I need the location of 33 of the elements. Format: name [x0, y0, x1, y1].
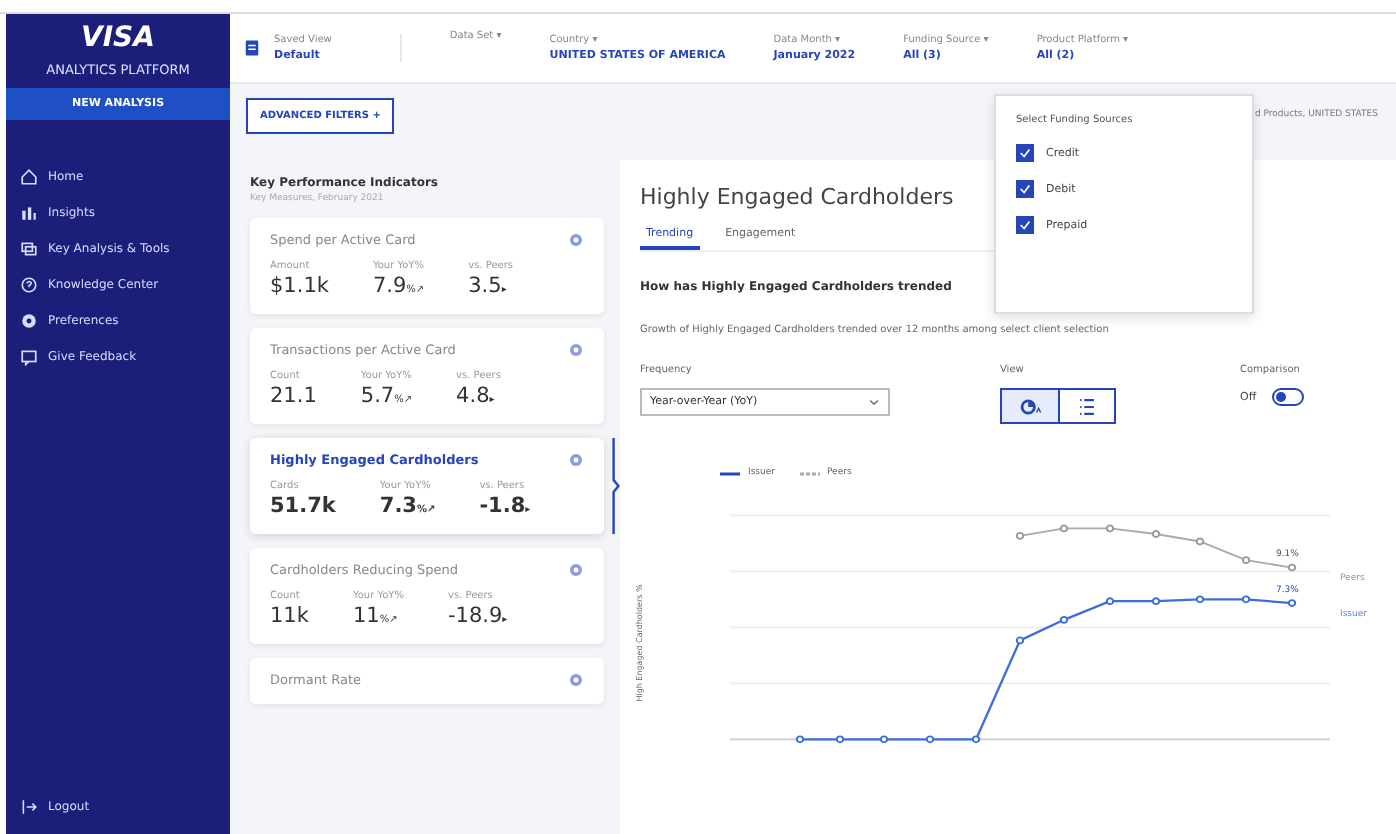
pie-chart-icon: [1019, 395, 1041, 417]
legend-line-icon: [720, 469, 740, 477]
checkbox[interactable]: [1016, 144, 1034, 162]
settings-icon: [20, 312, 38, 330]
info-icon: [568, 672, 584, 688]
info-icon: [568, 562, 584, 578]
info-icon: [568, 232, 584, 248]
view-toggle-option[interactable]: [1002, 390, 1058, 422]
chevron-down-icon: [868, 396, 880, 408]
legend-line-icon: [799, 469, 819, 477]
saved-view-icon: [242, 38, 262, 58]
metric-value: $1.1k: [270, 274, 329, 298]
logout-icon: [20, 798, 38, 816]
checkmark-icon: [1018, 146, 1032, 160]
metric-value: 11k: [270, 604, 309, 628]
info-icon: [568, 452, 584, 468]
bar-chart-icon: [20, 204, 38, 222]
info-icon: [568, 342, 584, 358]
metric-value: 21.1: [270, 384, 317, 408]
brand-logo: VISA: [81, 22, 155, 54]
checkbox[interactable]: [1016, 180, 1034, 198]
comparison-switch[interactable]: [1272, 388, 1305, 406]
list-icon: [1076, 395, 1098, 417]
home-icon: [20, 168, 38, 186]
checkmark-icon: [1018, 218, 1032, 232]
selection-bracket-icon: [612, 438, 620, 534]
checkmark-icon: [1018, 182, 1032, 196]
detail-title: Highly Engaged Cardholders: [640, 184, 954, 210]
feedback-icon: [20, 348, 38, 366]
folders-icon: [20, 240, 38, 258]
checkbox[interactable]: [1016, 216, 1034, 234]
help-icon: [20, 276, 38, 294]
metric-value: 51.7k: [270, 494, 336, 518]
